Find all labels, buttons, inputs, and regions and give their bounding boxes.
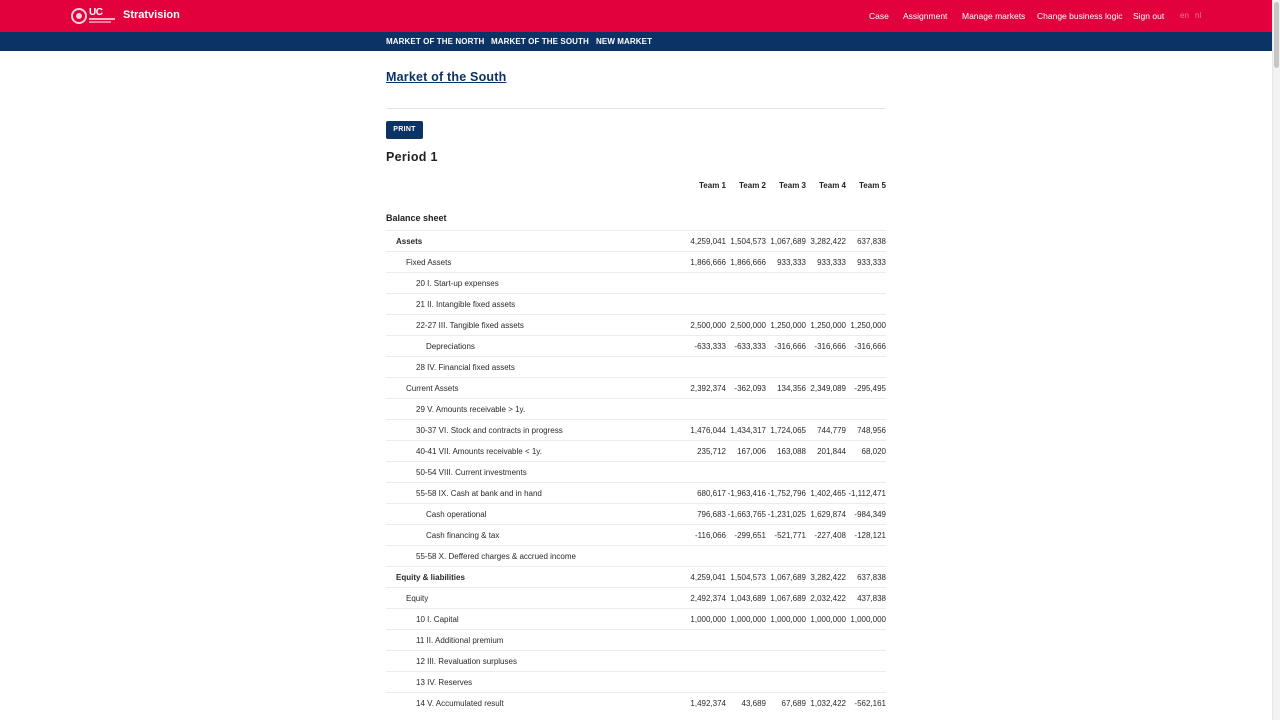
row-label: 29 V. Amounts receivable > 1y. (416, 405, 526, 414)
table-row: 55-58 X. Deffered charges & accrued inco… (386, 545, 886, 566)
table-row: Cash financing & tax -116,066 -299,651 -521… (386, 524, 886, 545)
table-row: 22-27 III. Tangible fixed assets 2,500,00… (386, 314, 886, 335)
row-value-team-5: -316,666 (854, 342, 886, 351)
row-value-team-5: -295,495 (854, 384, 886, 393)
app-brand[interactable]: Stratvision (123, 9, 180, 21)
scrollbar-thumb[interactable] (1274, 2, 1279, 68)
team-column-header: Team 4 (819, 181, 846, 190)
table-row: Fixed Assets 1,866,666 1,866,666 933,333 933… (386, 251, 886, 272)
table-row: 14 V. Accumulated result 1,492,374 43,689 6… (386, 692, 886, 713)
row-label: Equity & liabilities (396, 573, 465, 582)
language-nl[interactable]: nl (1195, 11, 1201, 20)
tab-market-south[interactable]: MARKET OF THE SOUTH (491, 37, 589, 46)
nav-manage-markets[interactable]: Manage markets (962, 11, 1025, 21)
table-row: 20 I. Start-up expenses (386, 272, 886, 293)
row-label: Equity (406, 594, 429, 603)
row-label: 12 III. Revaluation surpluses (416, 657, 517, 666)
team-column-header: Team 2 (739, 181, 766, 190)
table-row: Cash operational 796,683 -1,663,765 -1,231,… (386, 503, 886, 524)
row-label: 20 I. Start-up expenses (416, 279, 499, 288)
row-label: Current Assets (406, 384, 459, 393)
row-label: Fixed Assets (406, 258, 452, 267)
university-logo[interactable]: UC (70, 7, 116, 25)
row-label: 11 II. Additional premium (416, 636, 504, 645)
page-title: Market of the South (386, 70, 507, 84)
row-value-team-5: -128,121 (854, 531, 886, 540)
table-row: 11 II. Additional premium (386, 629, 886, 650)
row-value-team-5: 748,956 (857, 426, 886, 435)
tab-market-north[interactable]: MARKET OF THE NORTH (386, 37, 484, 46)
table-row: 13 IV. Reserves (386, 671, 886, 692)
row-label: 40-41 VII. Amounts receivable < 1y. (416, 447, 542, 456)
logo-subline (89, 18, 115, 20)
table-row: 29 V. Amounts receivable > 1y. (386, 398, 886, 419)
row-value-team-5: 437,838 (857, 594, 886, 603)
table-row: 10 I. Capital 1,000,000 1,000,000 1,000,000… (386, 608, 886, 629)
row-value-team-5: 637,838 (857, 573, 886, 582)
table-row: 21 II. Intangible fixed assets (386, 293, 886, 314)
row-label: Cash financing & tax (426, 531, 500, 540)
balance-sheet-heading: Balance sheet (386, 213, 447, 223)
tab-new-market[interactable]: NEW MARKET (596, 37, 652, 46)
row-value-team-5: 1,250,000 (850, 321, 886, 330)
row-label: 50-54 VIII. Current investments (416, 468, 527, 477)
row-label: 14 V. Accumulated result (416, 699, 504, 708)
table-row: 30-37 VI. Stock and contracts in progres… (386, 419, 886, 440)
table-row: 12 III. Revaluation surpluses (386, 650, 886, 671)
table-row: 28 IV. Financial fixed assets (386, 356, 886, 377)
divider (386, 108, 886, 109)
row-label: Cash operational (426, 510, 487, 519)
table-row: 40-41 VII. Amounts receivable < 1y. 235,7… (386, 440, 886, 461)
row-value-team-5: -1,112,471 (848, 489, 886, 498)
logo-text: UC (89, 7, 103, 18)
page-scrollbar[interactable] (1272, 0, 1280, 720)
row-value-team-5: 68,020 (861, 447, 886, 456)
table-row: Assets 4,259,041 1,504,573 1,067,689 3,282,4… (386, 230, 886, 251)
row-label: 10 I. Capital (416, 615, 459, 624)
table-row: 55-58 IX. Cash at bank and in hand 680,61… (386, 482, 886, 503)
row-label: 28 IV. Financial fixed assets (416, 363, 515, 372)
row-label: 22-27 III. Tangible fixed assets (416, 321, 524, 330)
row-value-team-5: 637,838 (857, 237, 886, 246)
row-value-team-5: -984,349 (854, 510, 886, 519)
row-value-team-5: 933,333 (857, 258, 886, 267)
logo-subline (89, 21, 111, 23)
row-label: 13 IV. Reserves (416, 678, 473, 687)
row-value-team-5: 1,000,000 (850, 615, 886, 624)
table-row: Equity 2,492,374 1,043,689 1,067,689 2,032,4… (386, 587, 886, 608)
team-column-header: Team 3 (779, 181, 806, 190)
row-label: Assets (396, 237, 423, 246)
nav-change-business-logic[interactable]: Change business logic (1037, 11, 1123, 21)
period-heading: Period 1 (386, 150, 438, 164)
language-en[interactable]: en (1180, 11, 1189, 20)
row-value-team-5: -562,161 (854, 699, 886, 708)
nav-sign-out[interactable]: Sign out (1133, 11, 1164, 21)
nav-assignment[interactable]: Assignment (903, 11, 947, 21)
table-row: 50-54 VIII. Current investments (386, 461, 886, 482)
table-row: Current Assets 2,392,374 -362,093 134,356 2,… (386, 377, 886, 398)
table-row: Depreciations -633,333 -633,333 -316,666 -31… (386, 335, 886, 356)
print-button[interactable]: PRINT (386, 121, 423, 139)
row-label: 55-58 X. Deffered charges & accrued inco… (416, 552, 576, 561)
team-column-header: Team 5 (859, 181, 886, 190)
logo-circle-icon (71, 8, 87, 24)
nav-case[interactable]: Case (869, 11, 889, 21)
row-label: 21 II. Intangible fixed assets (416, 300, 516, 309)
row-label: 30-37 VI. Stock and contracts in progres… (416, 426, 563, 435)
row-label: 55-58 IX. Cash at bank and in hand (416, 489, 542, 498)
row-label: Depreciations (426, 342, 475, 351)
team-column-header: Team 1 (699, 181, 726, 190)
table-row: Equity & liabilities 4,259,041 1,504,573 1,… (386, 566, 886, 587)
